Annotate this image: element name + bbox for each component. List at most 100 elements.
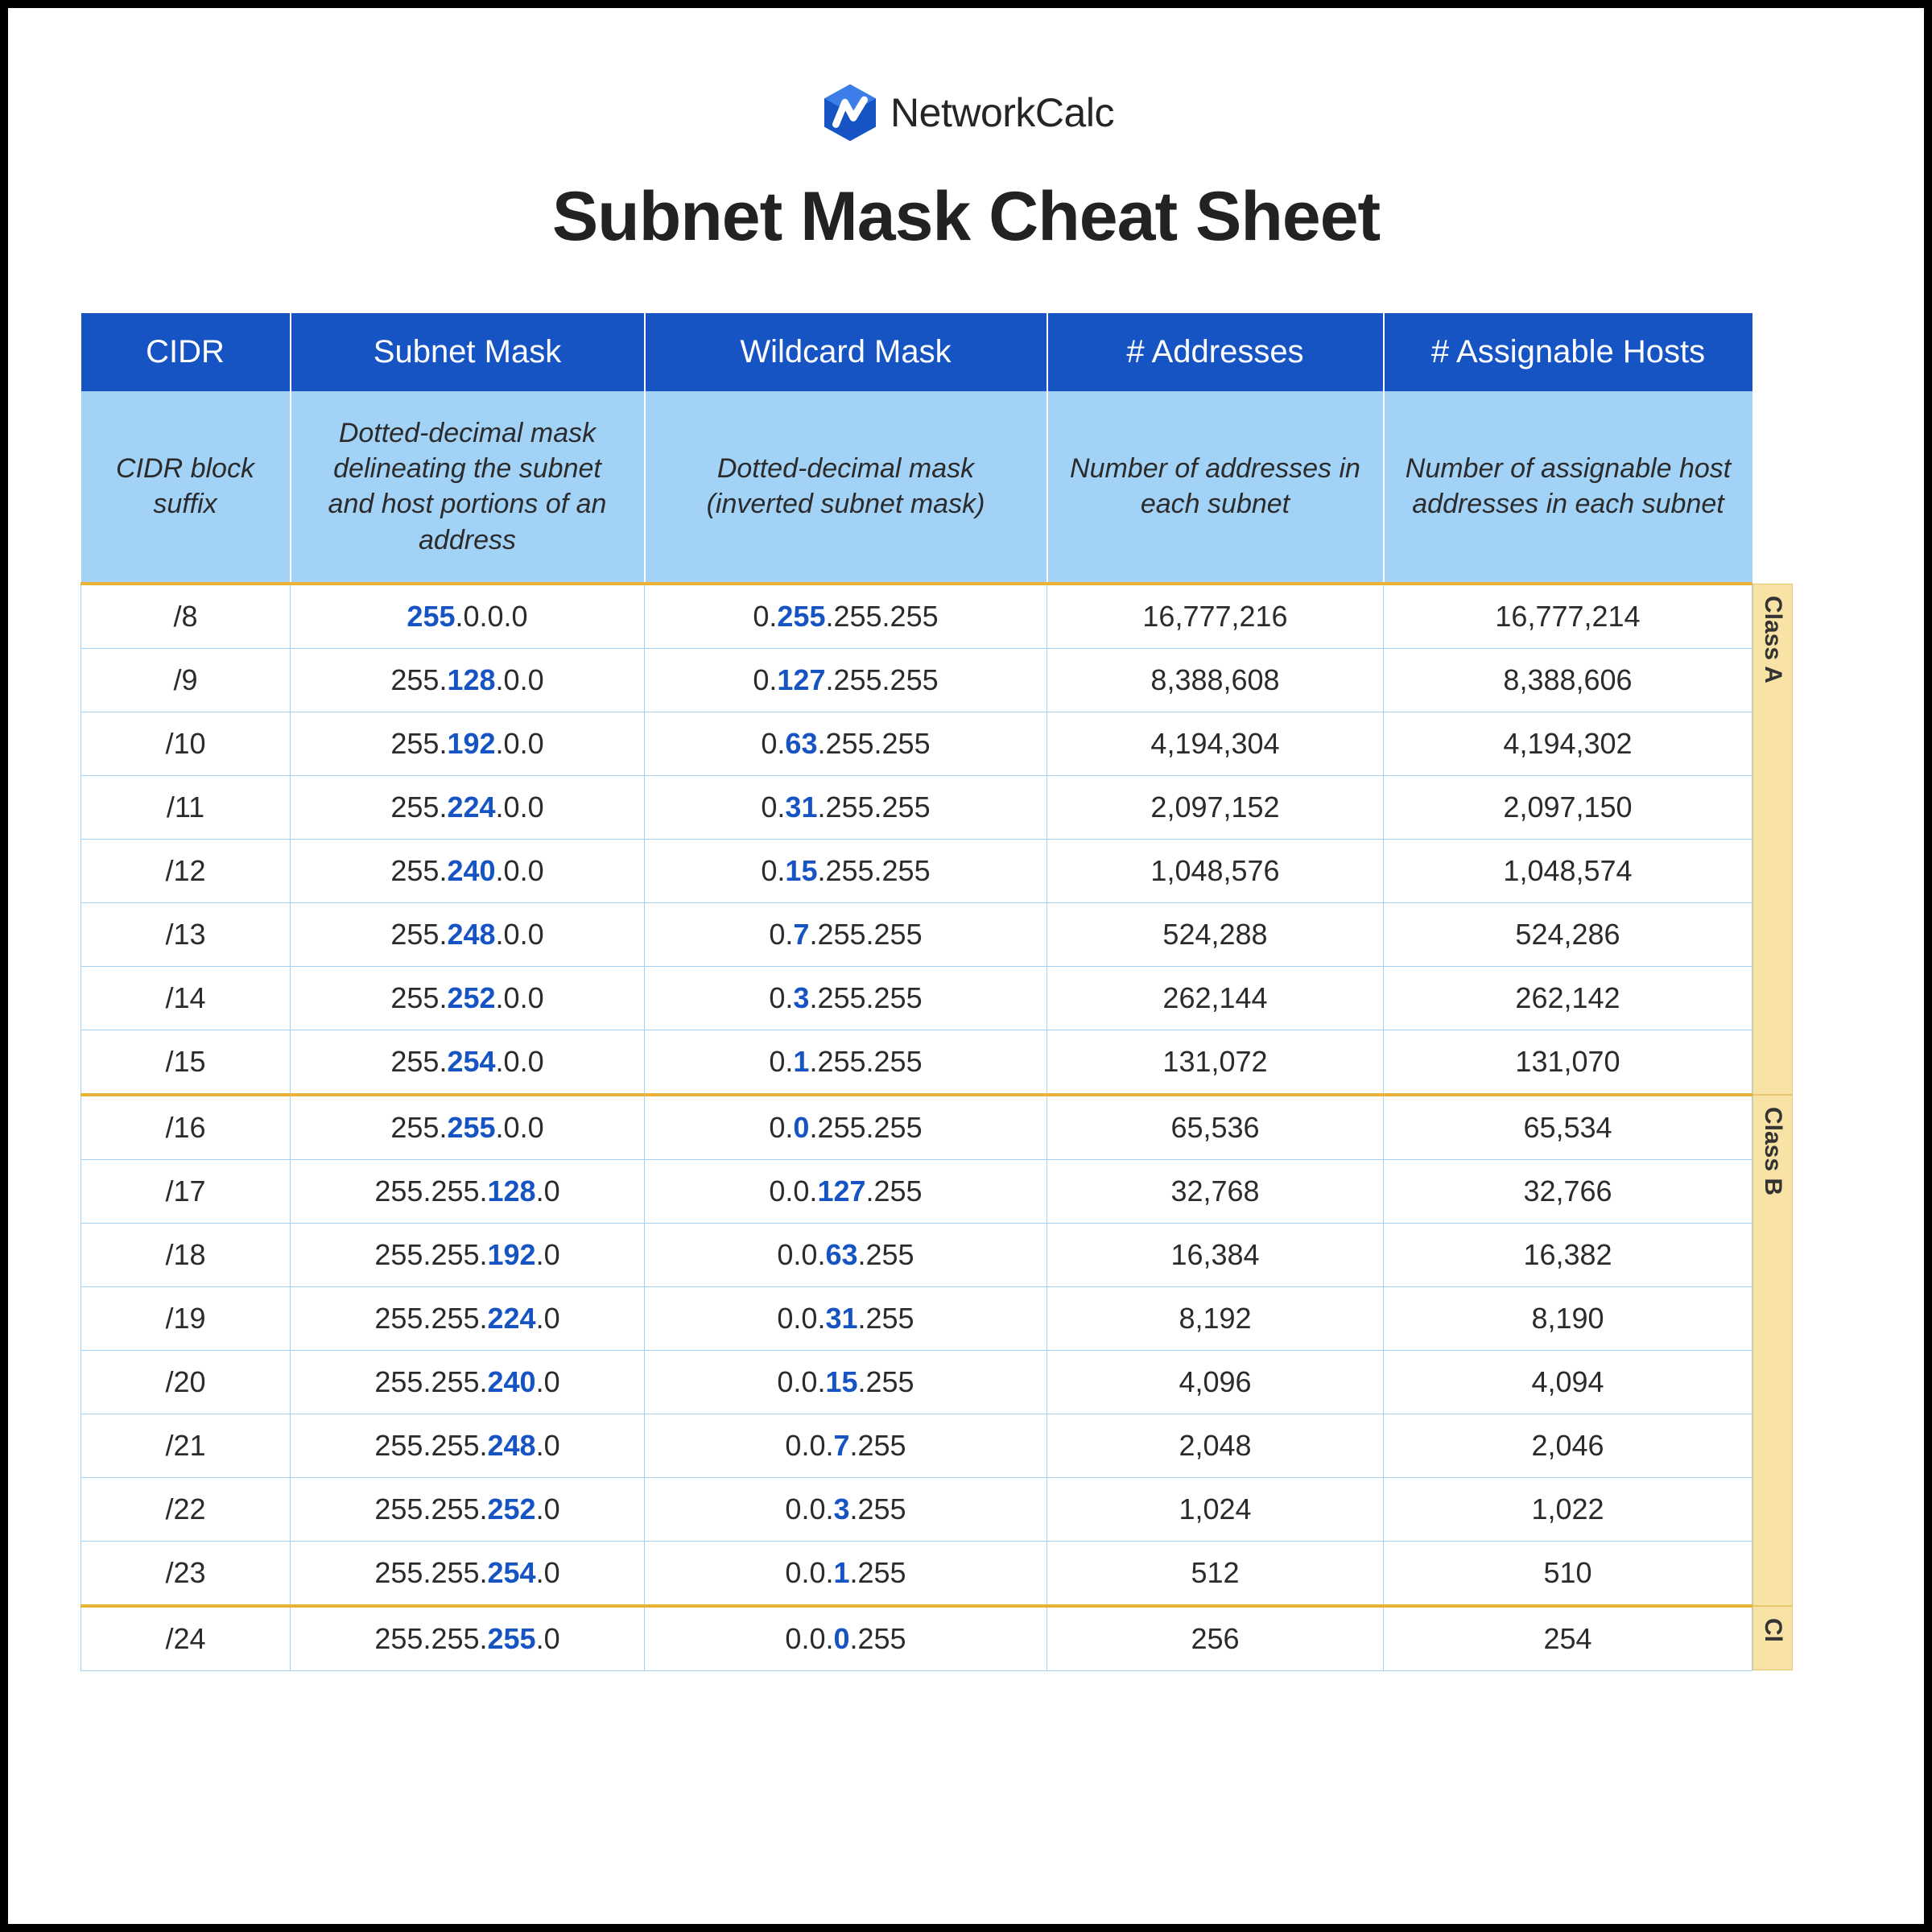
table-row: /24255.255.255.00.0.0.255256254 xyxy=(81,1606,1752,1671)
cell-wildcard-mask: 0.0.127.255 xyxy=(645,1159,1047,1223)
table-row: /10255.192.0.00.63.255.2554,194,3044,194… xyxy=(81,712,1752,775)
table-row: /15255.254.0.00.1.255.255131,072131,070 xyxy=(81,1030,1752,1095)
table-row: /17255.255.128.00.0.127.25532,76832,766 xyxy=(81,1159,1752,1223)
table-header-row: CIDR Subnet Mask Wildcard Mask # Address… xyxy=(81,313,1752,391)
brand-name: NetworkCalc xyxy=(890,89,1114,136)
cell-hosts: 4,194,302 xyxy=(1384,712,1752,775)
networkcalc-logo-icon xyxy=(818,80,882,145)
cell-hosts: 131,070 xyxy=(1384,1030,1752,1095)
cell-hosts: 8,190 xyxy=(1384,1286,1752,1350)
header-cidr: CIDR xyxy=(81,313,291,391)
cell-addresses: 4,096 xyxy=(1047,1350,1384,1414)
cell-addresses: 1,024 xyxy=(1047,1477,1384,1541)
cell-wildcard-mask: 0.0.255.255 xyxy=(645,1095,1047,1160)
cell-addresses: 8,388,608 xyxy=(1047,648,1384,712)
cell-cidr: /14 xyxy=(81,966,291,1030)
cell-cidr: /23 xyxy=(81,1541,291,1606)
cell-addresses: 16,384 xyxy=(1047,1223,1384,1286)
desc-subnet: Dotted-decimal mask delineating the subn… xyxy=(291,391,645,584)
cell-cidr: /24 xyxy=(81,1606,291,1671)
cell-addresses: 512 xyxy=(1047,1541,1384,1606)
cell-subnet-mask: 255.255.255.0 xyxy=(291,1606,645,1671)
table-row: /8255.0.0.00.255.255.25516,777,21616,777… xyxy=(81,584,1752,649)
class-b-tab: Class B xyxy=(1752,1095,1793,1606)
cell-cidr: /12 xyxy=(81,839,291,902)
cell-hosts: 65,534 xyxy=(1384,1095,1752,1160)
cell-hosts: 1,048,574 xyxy=(1384,839,1752,902)
class-c-tab: Cl xyxy=(1752,1606,1793,1671)
table-row: /22255.255.252.00.0.3.2551,0241,022 xyxy=(81,1477,1752,1541)
desc-hosts: Number of assignable host addresses in e… xyxy=(1384,391,1752,584)
cell-hosts: 524,286 xyxy=(1384,902,1752,966)
table-row: /16255.255.0.00.0.255.25565,53665,534 xyxy=(81,1095,1752,1160)
cell-addresses: 4,194,304 xyxy=(1047,712,1384,775)
cell-addresses: 1,048,576 xyxy=(1047,839,1384,902)
cell-addresses: 16,777,216 xyxy=(1047,584,1384,649)
cell-wildcard-mask: 0.7.255.255 xyxy=(645,902,1047,966)
cell-wildcard-mask: 0.63.255.255 xyxy=(645,712,1047,775)
cell-subnet-mask: 255.255.252.0 xyxy=(291,1477,645,1541)
cell-hosts: 16,777,214 xyxy=(1384,584,1752,649)
table-row: /11255.224.0.00.31.255.2552,097,1522,097… xyxy=(81,775,1752,839)
cell-wildcard-mask: 0.255.255.255 xyxy=(645,584,1047,649)
cell-wildcard-mask: 0.127.255.255 xyxy=(645,648,1047,712)
cell-addresses: 2,097,152 xyxy=(1047,775,1384,839)
header-subnet: Subnet Mask xyxy=(291,313,645,391)
cell-wildcard-mask: 0.31.255.255 xyxy=(645,775,1047,839)
cell-hosts: 254 xyxy=(1384,1606,1752,1671)
cell-subnet-mask: 255.252.0.0 xyxy=(291,966,645,1030)
cell-addresses: 2,048 xyxy=(1047,1414,1384,1477)
brand-logo: NetworkCalc xyxy=(80,80,1852,145)
cell-subnet-mask: 255.254.0.0 xyxy=(291,1030,645,1095)
cell-cidr: /19 xyxy=(81,1286,291,1350)
cell-subnet-mask: 255.0.0.0 xyxy=(291,584,645,649)
cell-wildcard-mask: 0.15.255.255 xyxy=(645,839,1047,902)
cell-cidr: /10 xyxy=(81,712,291,775)
cell-subnet-mask: 255.255.254.0 xyxy=(291,1541,645,1606)
cell-cidr: /11 xyxy=(81,775,291,839)
cell-addresses: 256 xyxy=(1047,1606,1384,1671)
cell-subnet-mask: 255.128.0.0 xyxy=(291,648,645,712)
cell-cidr: /17 xyxy=(81,1159,291,1223)
cell-addresses: 65,536 xyxy=(1047,1095,1384,1160)
class-a-tab: Class A xyxy=(1752,584,1793,1095)
cell-cidr: /16 xyxy=(81,1095,291,1160)
cell-wildcard-mask: 0.0.31.255 xyxy=(645,1286,1047,1350)
cell-cidr: /21 xyxy=(81,1414,291,1477)
table-row: /14255.252.0.00.3.255.255262,144262,142 xyxy=(81,966,1752,1030)
table-row: /20255.255.240.00.0.15.2554,0964,094 xyxy=(81,1350,1752,1414)
cell-wildcard-mask: 0.3.255.255 xyxy=(645,966,1047,1030)
desc-wildcard: Dotted-decimal mask (inverted subnet mas… xyxy=(645,391,1047,584)
cell-hosts: 4,094 xyxy=(1384,1350,1752,1414)
table-row: /19255.255.224.00.0.31.2558,1928,190 xyxy=(81,1286,1752,1350)
cell-hosts: 32,766 xyxy=(1384,1159,1752,1223)
cell-subnet-mask: 255.255.192.0 xyxy=(291,1223,645,1286)
cell-hosts: 16,382 xyxy=(1384,1223,1752,1286)
cell-hosts: 2,097,150 xyxy=(1384,775,1752,839)
cell-hosts: 1,022 xyxy=(1384,1477,1752,1541)
cell-subnet-mask: 255.255.248.0 xyxy=(291,1414,645,1477)
cell-subnet-mask: 255.192.0.0 xyxy=(291,712,645,775)
cell-addresses: 8,192 xyxy=(1047,1286,1384,1350)
desc-addresses: Number of addresses in each subnet xyxy=(1047,391,1384,584)
cell-cidr: /20 xyxy=(81,1350,291,1414)
cell-subnet-mask: 255.224.0.0 xyxy=(291,775,645,839)
cell-addresses: 131,072 xyxy=(1047,1030,1384,1095)
cell-subnet-mask: 255.248.0.0 xyxy=(291,902,645,966)
cell-subnet-mask: 255.255.128.0 xyxy=(291,1159,645,1223)
cell-cidr: /18 xyxy=(81,1223,291,1286)
cell-hosts: 262,142 xyxy=(1384,966,1752,1030)
cell-wildcard-mask: 0.0.1.255 xyxy=(645,1541,1047,1606)
cell-subnet-mask: 255.255.0.0 xyxy=(291,1095,645,1160)
desc-cidr: CIDR block suffix xyxy=(81,391,291,584)
cell-subnet-mask: 255.255.224.0 xyxy=(291,1286,645,1350)
table-row: /9255.128.0.00.127.255.2558,388,6088,388… xyxy=(81,648,1752,712)
cell-addresses: 262,144 xyxy=(1047,966,1384,1030)
table-row: /12255.240.0.00.15.255.2551,048,5761,048… xyxy=(81,839,1752,902)
header-addresses: # Addresses xyxy=(1047,313,1384,391)
cell-wildcard-mask: 0.0.0.255 xyxy=(645,1606,1047,1671)
cell-wildcard-mask: 0.0.63.255 xyxy=(645,1223,1047,1286)
page-title: Subnet Mask Cheat Sheet xyxy=(80,177,1852,257)
cell-cidr: /22 xyxy=(81,1477,291,1541)
cell-cidr: /9 xyxy=(81,648,291,712)
